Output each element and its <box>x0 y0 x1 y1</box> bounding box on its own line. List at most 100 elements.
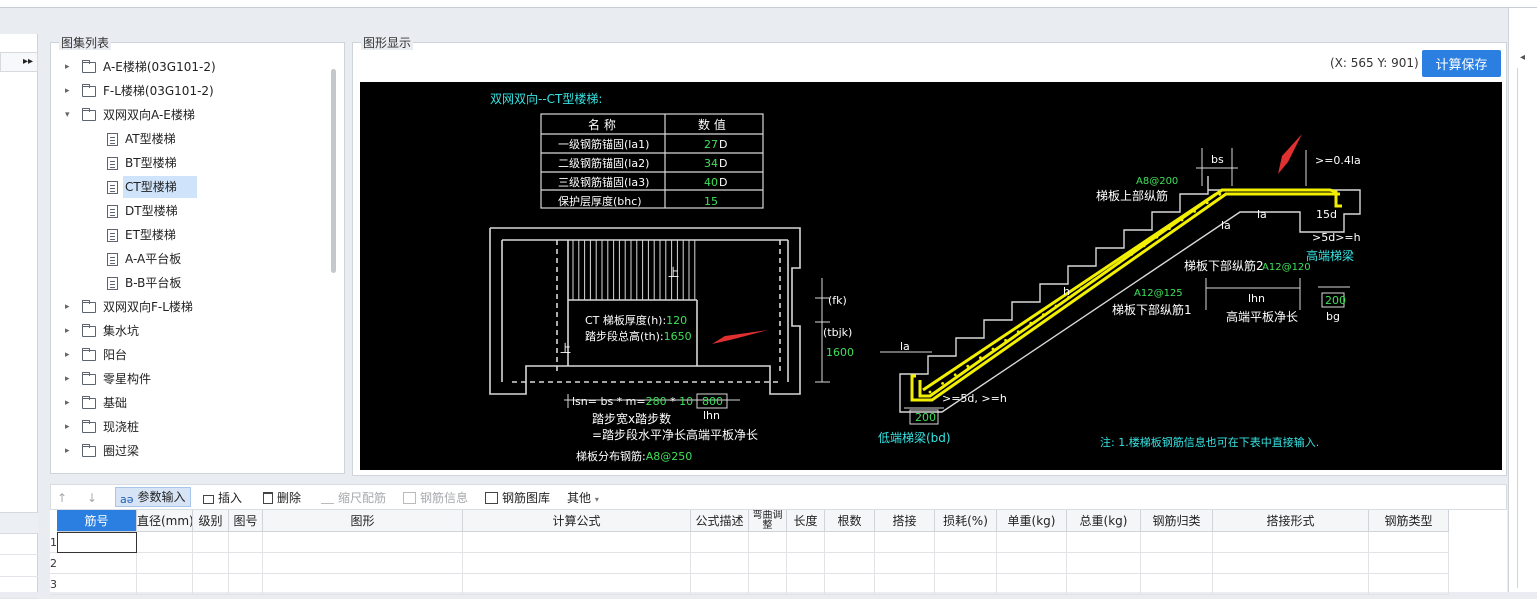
table-cell[interactable] <box>875 553 935 574</box>
table-cell[interactable] <box>137 553 193 574</box>
column-header[interactable]: 损耗(%) <box>935 510 997 532</box>
column-header[interactable]: 公式描述 <box>691 510 749 532</box>
param-input-button[interactable]: aǝ 参数输入 <box>115 487 191 507</box>
table-cell[interactable] <box>193 553 229 574</box>
chevron-right-icon[interactable]: ▸ <box>65 56 73 78</box>
chevron-down-icon[interactable]: ▾ <box>65 104 73 126</box>
table-cell[interactable] <box>193 532 229 553</box>
tree-item[interactable]: AT型楼梯 <box>51 128 326 150</box>
expand-panel-button[interactable]: ▸▸ <box>0 52 38 72</box>
table-cell[interactable] <box>229 532 263 553</box>
table-cell[interactable] <box>1213 532 1369 553</box>
tree-item[interactable]: A-A平台板 <box>51 248 326 270</box>
column-header[interactable]: 根数 <box>825 510 875 532</box>
tree-item[interactable]: ▸ 双网双向F-L楼梯 <box>51 296 326 318</box>
column-header[interactable]: 钢筋类型 <box>1369 510 1449 532</box>
table-row[interactable]: 2 <box>50 553 1449 574</box>
column-header[interactable]: 搭接形式 <box>1213 510 1369 532</box>
table-cell[interactable] <box>749 532 787 553</box>
chevron-right-icon[interactable]: ▸ <box>65 440 73 462</box>
chevron-right-icon[interactable]: ▸ <box>65 296 73 318</box>
rebar-info-button[interactable]: 钢筋信息 <box>403 489 468 507</box>
column-header[interactable]: 计算公式 <box>463 510 691 532</box>
column-header[interactable]: 钢筋归类 <box>1141 510 1213 532</box>
column-header[interactable]: 单重(kg) <box>997 510 1067 532</box>
table-cell[interactable] <box>1067 532 1141 553</box>
table-cell[interactable] <box>691 532 749 553</box>
table-cell[interactable] <box>787 532 825 553</box>
document-icon <box>107 181 118 194</box>
column-header[interactable]: 图号 <box>229 510 263 532</box>
tree-item[interactable]: ▸ 基础 <box>51 392 326 414</box>
table-cell[interactable] <box>137 532 193 553</box>
table-cell[interactable] <box>1369 553 1449 574</box>
delete-button[interactable]: 删除 <box>263 489 301 507</box>
tree-item[interactable]: B-B平台板 <box>51 272 326 294</box>
column-header[interactable]: 搭接 <box>875 510 935 532</box>
column-header[interactable]: 长度 <box>787 510 825 532</box>
rebar-library-button[interactable]: 钢筋图库 <box>485 489 550 507</box>
drawing-canvas[interactable]: 双网双向--CT型楼梯: 名 称 数 值 一级钢筋锚固(la1) 27 D 二级钢筋锚… <box>360 82 1502 470</box>
tree-item[interactable]: ▸ 集水坑 <box>51 320 326 342</box>
move-down-button[interactable]: ↓ <box>87 489 97 507</box>
table-cell[interactable] <box>997 553 1067 574</box>
chevron-right-icon[interactable]: ▸ <box>65 344 73 366</box>
tree-item-label: 基础 <box>103 396 128 410</box>
table-cell[interactable] <box>1141 532 1213 553</box>
tree-item[interactable]: ▸ A-E楼梯(03G101-2) <box>51 56 326 78</box>
tree-item[interactable]: ▸ 圈过梁 <box>51 440 326 462</box>
table-cell[interactable] <box>263 532 463 553</box>
tree-scrollbar[interactable] <box>331 69 336 273</box>
column-header[interactable]: 总重(kg) <box>1067 510 1141 532</box>
calculate-save-button[interactable]: 计算保存 <box>1422 50 1501 77</box>
table-cell[interactable] <box>57 532 137 553</box>
tree-item[interactable]: ▸ 现浇桩 <box>51 416 326 438</box>
chevron-right-icon[interactable]: ▸ <box>65 416 73 438</box>
tree-item[interactable]: BT型楼梯 <box>51 152 326 174</box>
table-cell[interactable] <box>825 532 875 553</box>
tree-item[interactable]: ET型楼梯 <box>51 224 326 246</box>
table-cell[interactable] <box>463 553 691 574</box>
table-cell[interactable] <box>57 553 137 574</box>
table-cell[interactable] <box>691 553 749 574</box>
tree-item[interactable]: ▸ 阳台 <box>51 344 326 366</box>
tree-item[interactable]: ▸ 零星构件 <box>51 368 326 390</box>
library-icon <box>485 492 498 504</box>
table-row[interactable]: 1 <box>50 532 1449 553</box>
table-cell[interactable] <box>1213 553 1369 574</box>
table-cell[interactable] <box>825 553 875 574</box>
column-header[interactable]: 直径(mm) <box>137 510 193 532</box>
move-up-button[interactable]: ↑ <box>57 489 67 507</box>
table-cell[interactable] <box>935 532 997 553</box>
column-header[interactable]: 筋号 <box>57 510 137 532</box>
table-cell[interactable] <box>787 553 825 574</box>
table-cell[interactable] <box>1141 553 1213 574</box>
table-cell[interactable] <box>1067 553 1141 574</box>
param-input-icon: aǝ <box>120 493 134 506</box>
table-cell[interactable] <box>229 553 263 574</box>
chevron-right-icon[interactable]: ▸ <box>65 368 73 390</box>
column-header[interactable]: 级别 <box>193 510 229 532</box>
table-cell[interactable] <box>997 532 1067 553</box>
collapse-right-icon[interactable]: ◂ <box>1520 52 1525 63</box>
scale-rebar-button[interactable]: 缩尺配筋 <box>321 489 386 507</box>
table-cell[interactable] <box>1369 532 1449 553</box>
column-header[interactable]: 弯曲调整 <box>749 510 787 532</box>
table-cell[interactable] <box>935 553 997 574</box>
tree-item[interactable]: CT型楼梯 <box>51 176 326 198</box>
tree-item[interactable]: DT型楼梯 <box>51 200 326 222</box>
tree-item[interactable]: ▸ F-L楼梯(03G101-2) <box>51 80 326 102</box>
chevron-right-icon[interactable]: ▸ <box>65 80 73 102</box>
anchor-04la: >=0.4la <box>1315 154 1361 167</box>
column-header[interactable]: 图形 <box>263 510 463 532</box>
insert-button[interactable]: 插入 <box>203 489 242 507</box>
tree-item[interactable]: ▾ 双网双向A-E楼梯 <box>51 104 326 126</box>
table-cell[interactable] <box>263 553 463 574</box>
table-cell[interactable] <box>463 532 691 553</box>
table-cell[interactable] <box>749 553 787 574</box>
other-menu[interactable]: 其他 ▾ <box>567 489 599 507</box>
table-cell[interactable] <box>875 532 935 553</box>
chevron-right-icon[interactable]: ▸ <box>65 392 73 414</box>
folder-icon <box>82 444 96 457</box>
chevron-right-icon[interactable]: ▸ <box>65 320 73 342</box>
